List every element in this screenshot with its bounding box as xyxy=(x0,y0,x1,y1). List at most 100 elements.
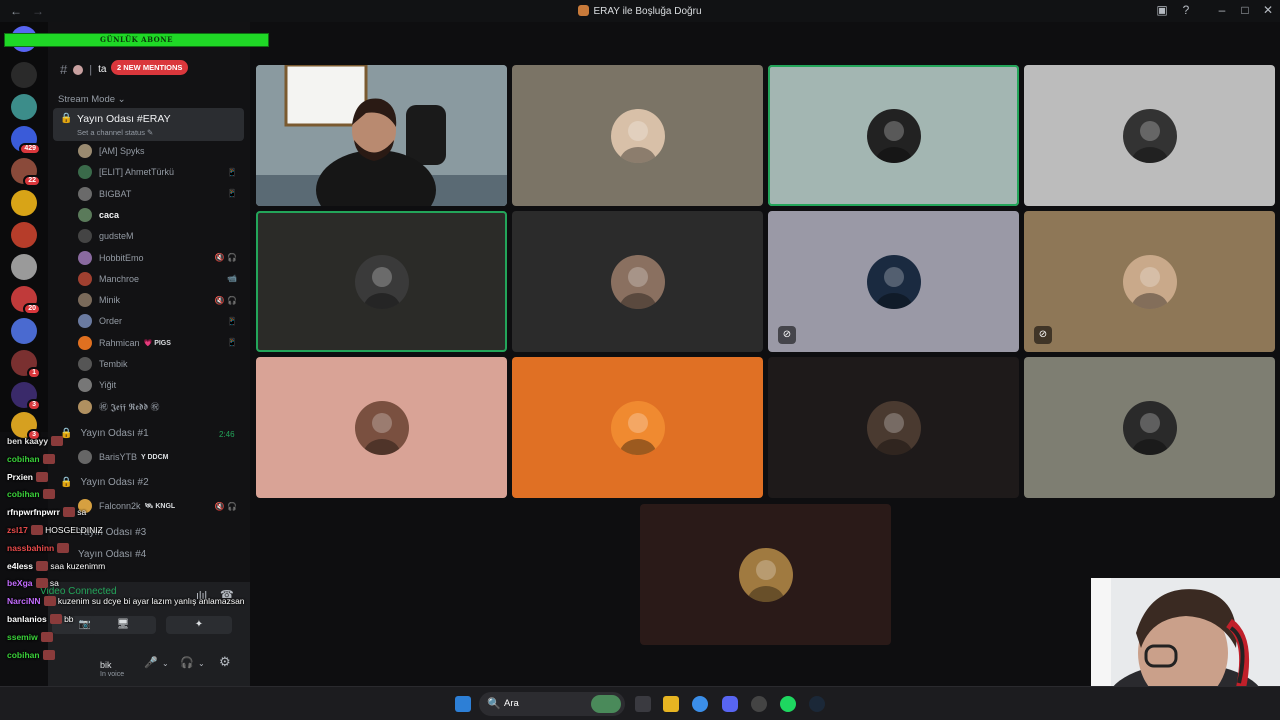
participant-tile[interactable] xyxy=(768,357,1019,498)
server-icon[interactable]: 429 xyxy=(11,126,41,155)
avatar xyxy=(78,165,92,180)
participant-tile[interactable] xyxy=(512,211,763,352)
stream-mode-toggle[interactable]: Stream Mode ⌄ xyxy=(58,94,126,105)
voice-channel[interactable]: Yayın Odası #3 xyxy=(78,527,146,538)
channel-name[interactable]: ta xyxy=(98,64,106,75)
new-mentions-pill[interactable]: 2 NEW MENTIONS xyxy=(111,60,189,75)
voice-member[interactable]: Manchroe 📹 xyxy=(78,270,243,288)
voice-channel[interactable]: 🔒 Yayın Odası #2 xyxy=(60,477,149,488)
search-placeholder: Ara xyxy=(504,698,519,709)
voice-member[interactable]: Order 📱 xyxy=(78,312,243,330)
camera-off-icon: ⊘ xyxy=(778,326,796,344)
avatar xyxy=(354,254,409,309)
user-status: In voice xyxy=(100,671,125,678)
lock-icon: 🔒 xyxy=(60,477,73,488)
channel-header: # | ta xyxy=(60,62,107,77)
emote-icon xyxy=(30,525,43,535)
avatar xyxy=(78,271,92,286)
participant-tile[interactable] xyxy=(1024,65,1275,206)
avatar xyxy=(78,144,92,158)
chat-username: Prxien xyxy=(7,471,33,482)
participant-tile[interactable] xyxy=(512,357,763,498)
steam-icon[interactable] xyxy=(809,696,825,712)
server-icon[interactable]: 1 xyxy=(11,350,41,379)
channel-status[interactable]: Set a channel status ✎ xyxy=(77,128,153,137)
voice-channel-active[interactable]: 🔒 Yayın Odası #ERAY Set a channel status… xyxy=(53,108,244,141)
member-name: Order xyxy=(99,316,123,327)
chevron-down-icon[interactable]: ⌄ xyxy=(198,659,205,668)
title-bar: ← → ERAY ile Boşluğa Doğru ▣ ? – □ ✕ xyxy=(0,0,1280,22)
server-icon[interactable] xyxy=(11,318,37,344)
unread-badge: 429 xyxy=(19,143,41,155)
voice-member[interactable]: HobbitEmo 🔇 🎧 xyxy=(78,249,243,267)
voice-member[interactable]: Minik 🔇 🎧 xyxy=(78,291,243,309)
voice-member[interactable]: BarisYTB Y DDCM xyxy=(78,448,243,466)
voice-member[interactable]: [AM] Spyks xyxy=(78,142,243,160)
chevron-down-icon[interactable]: ⌄ xyxy=(162,659,169,668)
spotify-icon[interactable] xyxy=(780,696,796,712)
voice-member[interactable]: Rahmican 💗 PIGS 📱 xyxy=(78,334,243,352)
server-icon[interactable] xyxy=(11,254,37,280)
participant-tile[interactable]: ⊘ xyxy=(1024,211,1275,352)
voice-member[interactable]: Yiğit xyxy=(78,376,243,394)
help-icon[interactable]: ? xyxy=(1178,3,1194,17)
discord-icon[interactable] xyxy=(722,696,738,712)
participant-tile[interactable] xyxy=(1024,357,1275,498)
participant-tile[interactable] xyxy=(256,65,507,206)
participant-tile[interactable]: ⊘ xyxy=(768,211,1019,352)
unread-badge: 22 xyxy=(23,175,41,187)
server-icon[interactable]: 20 xyxy=(11,286,41,315)
voice-channel[interactable]: Yayın Odası #4 xyxy=(78,549,146,560)
chrome-icon[interactable] xyxy=(692,696,708,712)
server-icon[interactable] xyxy=(11,190,37,216)
member-name: [AM] Spyks xyxy=(99,146,145,156)
inbox-icon[interactable]: ▣ xyxy=(1154,3,1170,17)
taskbar-search[interactable]: 🔍 Ara xyxy=(479,692,625,716)
voice-member[interactable]: BIGBAT 📱 xyxy=(78,185,243,203)
member-name: ㊗ 𝕵𝖊𝖋𝖋 𝕽𝖊𝖉𝖉 ㊗ xyxy=(99,402,160,413)
voice-member[interactable]: Tembik xyxy=(78,355,243,373)
server-icon[interactable] xyxy=(11,62,37,88)
close-button[interactable]: ✕ xyxy=(1260,3,1276,17)
avatar xyxy=(1122,108,1177,163)
windows-start-icon[interactable] xyxy=(455,696,471,712)
minimize-button[interactable]: – xyxy=(1214,3,1230,17)
participant-tile[interactable] xyxy=(768,65,1019,206)
participant-tile[interactable] xyxy=(512,65,763,206)
participant-tile[interactable] xyxy=(640,504,891,645)
server-icon[interactable]: 3 xyxy=(11,382,41,411)
avatar xyxy=(354,400,409,455)
avatar xyxy=(78,335,92,350)
server-icon[interactable] xyxy=(11,222,37,248)
settings-gear-icon[interactable]: ⚙ xyxy=(219,654,231,670)
headset-icon[interactable]: 🎧 xyxy=(180,656,194,669)
voice-channel[interactable]: 🔒 Yayın Odası #1 xyxy=(60,428,149,439)
voice-member[interactable]: [ELIT] AhmetTürkü 📱 xyxy=(78,163,243,181)
voice-member[interactable]: Falconn2k 🛰 KNGL 🔇 🎧 xyxy=(78,497,243,515)
task-view-icon[interactable] xyxy=(635,696,651,712)
avatar xyxy=(78,399,92,414)
user-info[interactable]: bik In voice xyxy=(100,660,124,678)
noise-suppression-icon[interactable]: ılıl xyxy=(196,590,207,602)
screen-share-button[interactable]: 🖥 xyxy=(90,616,156,634)
voice-member[interactable]: ㊗ 𝕵𝖊𝖋𝖋 𝕽𝖊𝖉𝖉 ㊗ xyxy=(78,398,243,416)
avatar xyxy=(78,250,92,265)
voice-member[interactable]: gudsteM xyxy=(78,227,243,245)
voice-member[interactable]: caca xyxy=(78,206,243,224)
file-explorer-icon[interactable] xyxy=(663,696,679,712)
member-name: Tembik xyxy=(99,359,128,369)
participant-tile[interactable] xyxy=(256,211,507,352)
participant-tile[interactable] xyxy=(256,357,507,498)
maximize-button[interactable]: □ xyxy=(1237,3,1253,17)
disconnect-icon[interactable]: ☎ xyxy=(220,588,234,601)
emote-icon xyxy=(36,560,48,571)
obs-icon[interactable] xyxy=(751,696,767,712)
video-feed xyxy=(256,65,507,206)
server-icon[interactable]: 3 xyxy=(11,412,41,441)
activity-button[interactable]: ✦ xyxy=(166,616,232,634)
chat-username: cobihan xyxy=(7,489,40,500)
server-icon[interactable] xyxy=(11,94,37,120)
connection-status[interactable]: Video Connected xyxy=(40,586,117,597)
microphone-icon[interactable]: 🎤 xyxy=(144,656,158,669)
server-icon[interactable]: 22 xyxy=(11,158,41,187)
